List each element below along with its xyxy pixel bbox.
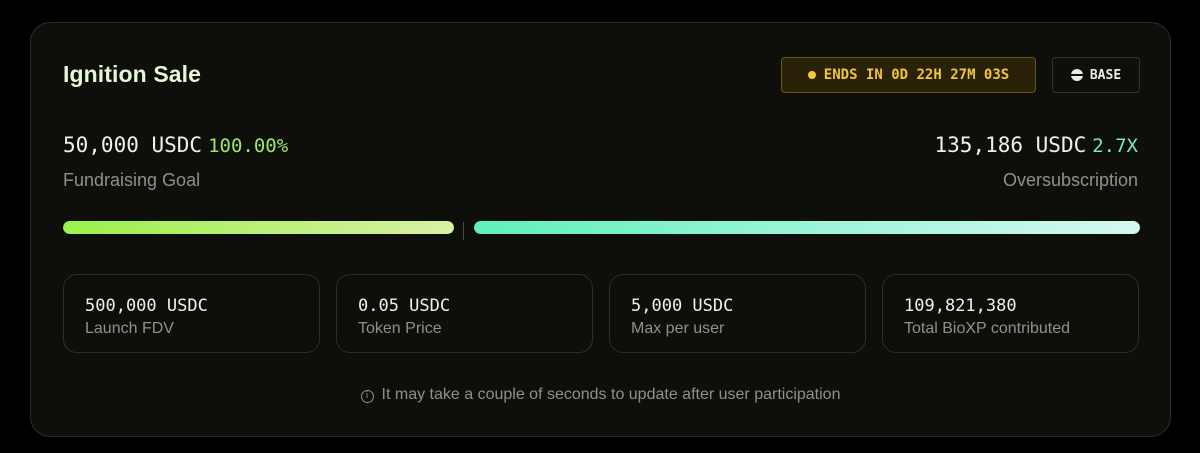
chain-name: BASE <box>1089 67 1122 83</box>
stat-max-per-user: 5,000 USDC Max per user <box>609 274 866 353</box>
chain-badge-base[interactable]: BASE <box>1052 57 1140 93</box>
progress-divider <box>463 222 464 240</box>
countdown-badge: ENDS IN 0D 22H 27M 03S <box>781 57 1036 93</box>
stat-label: Total BioXP contributed <box>904 320 1071 337</box>
oversubscription-amount: 135,186 USDC <box>934 133 1087 157</box>
fundraising-progress-fill <box>63 221 454 234</box>
stat-label: Launch FDV <box>85 320 174 337</box>
dot-icon <box>807 71 816 79</box>
stat-value: 0.05 USDC <box>358 296 451 316</box>
stat-label: Token Price <box>358 320 442 337</box>
stat-token-price: 0.05 USDC Token Price <box>336 274 593 353</box>
stat-value: 5,000 USDC <box>631 296 734 316</box>
info-icon: i <box>360 390 374 403</box>
sale-title: Ignition Sale <box>63 61 202 87</box>
oversubscription-label: Oversubscription <box>1002 170 1138 190</box>
update-note-text: It may take a couple of seconds to updat… <box>381 386 841 403</box>
fundraising-label: Fundraising Goal <box>63 170 201 190</box>
ignition-sale-card: Ignition Sale ENDS IN 0D 22H 27M 03S BAS… <box>30 22 1171 437</box>
stat-total-bioxp: 109,821,380 Total BioXP contributed <box>882 274 1139 353</box>
oversubscription-multiplier: 2.7X <box>1092 135 1138 157</box>
stat-label: Max per user <box>631 320 725 337</box>
oversubscription-progress-fill <box>474 221 1140 234</box>
fundraising-percent: 100.00% <box>208 135 289 157</box>
fundraising-amount: 50,000 USDC <box>63 133 203 157</box>
oversubscription-progress-bar <box>474 221 1140 234</box>
fundraising-progress-bar <box>63 221 454 234</box>
oversubscription-amount-row: 135,186 USDC 2.7X <box>935 133 1138 157</box>
countdown-text: ENDS IN 0D 22H 27M 03S <box>823 67 1010 83</box>
base-logo-icon <box>1070 69 1083 81</box>
fundraising-amount-row: 50,000 USDC 100.00% <box>63 133 288 157</box>
stat-value: 109,821,380 <box>904 296 1017 316</box>
stat-value: 500,000 USDC <box>85 296 208 316</box>
update-note: i It may take a couple of seconds to upda… <box>31 386 1170 404</box>
stat-launch-fdv: 500,000 USDC Launch FDV <box>63 274 320 353</box>
